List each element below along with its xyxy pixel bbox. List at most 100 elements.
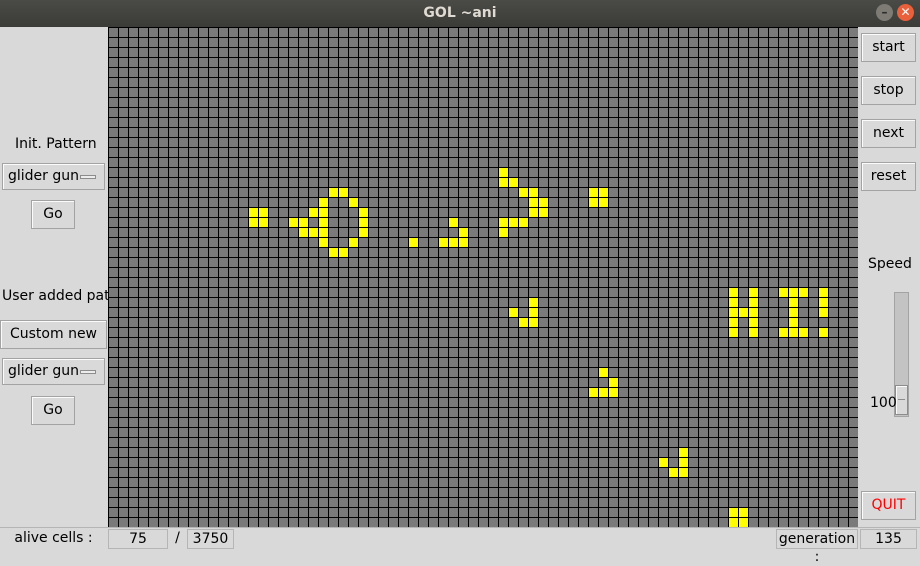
dropdown-indicator-icon (80, 175, 96, 179)
alive-cell (819, 328, 828, 337)
alive-cell (349, 198, 358, 207)
user-pattern-dropdown[interactable]: glider gun (2, 358, 105, 385)
alive-cell (609, 388, 618, 397)
count-separator: / (175, 530, 180, 546)
alive-cells-value: 75 (108, 529, 168, 549)
alive-cell (519, 218, 528, 227)
alive-cell (519, 318, 528, 327)
alive-cell (309, 228, 318, 237)
alive-cell (529, 198, 538, 207)
alive-cell (749, 308, 758, 317)
alive-cell (529, 208, 538, 217)
alive-cell (259, 208, 268, 217)
alive-cell (529, 318, 538, 327)
start-button[interactable]: start (861, 33, 916, 62)
alive-cell (309, 208, 318, 217)
alive-cell (729, 518, 738, 527)
alive-cell (789, 328, 798, 337)
init-pattern-dropdown[interactable]: glider gun (2, 163, 105, 190)
alive-cell (749, 328, 758, 337)
alive-cells-label: alive cells : (14, 530, 93, 546)
alive-cell (529, 298, 538, 307)
alive-cell (599, 198, 608, 207)
alive-cell (509, 218, 518, 227)
alive-cell (789, 288, 798, 297)
alive-cell (319, 208, 328, 217)
init-go-button[interactable]: Go (31, 200, 75, 229)
alive-cell (319, 198, 328, 207)
alive-cell (819, 308, 828, 317)
alive-cell (819, 288, 828, 297)
alive-cell (799, 288, 808, 297)
alive-cell (359, 218, 368, 227)
reset-button[interactable]: reset (861, 162, 916, 191)
alive-cell (819, 298, 828, 307)
alive-cell (319, 228, 328, 237)
alive-cell (249, 218, 258, 227)
alive-cell (789, 318, 798, 327)
alive-cell (679, 448, 688, 457)
alive-cell (329, 248, 338, 257)
alive-cell (729, 298, 738, 307)
alive-cell (349, 238, 358, 247)
close-icon[interactable]: ✕ (897, 4, 914, 21)
alive-cell (499, 228, 508, 237)
alive-cell (499, 168, 508, 177)
user-go-button[interactable]: Go (31, 396, 75, 425)
alive-cell (589, 198, 598, 207)
left-panel (0, 27, 108, 527)
alive-cell (509, 308, 518, 317)
alive-cell (789, 298, 798, 307)
next-button[interactable]: next (861, 119, 916, 148)
alive-cell (459, 238, 468, 247)
alive-cell (259, 218, 268, 227)
alive-cell (789, 308, 798, 317)
alive-cell (679, 468, 688, 477)
speed-slider-handle[interactable] (895, 385, 908, 415)
init-pattern-label: Init. Pattern (15, 136, 97, 152)
speed-value: 100 (870, 395, 897, 411)
alive-cell (299, 228, 308, 237)
alive-cell (679, 458, 688, 467)
alive-cell (669, 468, 678, 477)
alive-cell (289, 218, 298, 227)
alive-cell (729, 308, 738, 317)
init-pattern-dropdown-value: glider gun (8, 168, 80, 184)
life-grid[interactable] (108, 27, 858, 527)
minimize-icon[interactable]: – (876, 4, 893, 21)
alive-cell (529, 308, 538, 317)
alive-cell (249, 208, 258, 217)
user-pattern-dropdown-value: glider gun (8, 363, 80, 379)
alive-cell (729, 328, 738, 337)
total-cells-value: 3750 (187, 529, 234, 549)
alive-cell (739, 508, 748, 517)
title-bar: GOL ~ani – ✕ (0, 0, 920, 27)
alive-cell (459, 228, 468, 237)
alive-cell (339, 188, 348, 197)
alive-cell (539, 198, 548, 207)
alive-cell (749, 318, 758, 327)
alive-cell (779, 288, 788, 297)
window-title: GOL ~ani (423, 5, 497, 21)
stop-button[interactable]: stop (861, 76, 916, 105)
alive-cell (729, 318, 738, 327)
alive-cell (659, 458, 668, 467)
alive-cell (779, 328, 788, 337)
alive-cell (589, 188, 598, 197)
alive-cell (799, 328, 808, 337)
alive-cell (409, 238, 418, 247)
user-added-pattern-label: User added patt (2, 288, 116, 304)
quit-button[interactable]: QUIT (861, 491, 916, 520)
alive-cell (319, 238, 328, 247)
dropdown-indicator-icon (80, 370, 96, 374)
alive-cell (529, 188, 538, 197)
alive-cell (439, 238, 448, 247)
alive-cell (499, 218, 508, 227)
alive-cell (359, 208, 368, 217)
alive-cell (449, 218, 458, 227)
custom-new-button[interactable]: Custom new (0, 320, 107, 349)
alive-cell (599, 368, 608, 377)
alive-cell (539, 208, 548, 217)
generation-value: 135 (860, 529, 917, 549)
alive-cell (509, 178, 518, 187)
